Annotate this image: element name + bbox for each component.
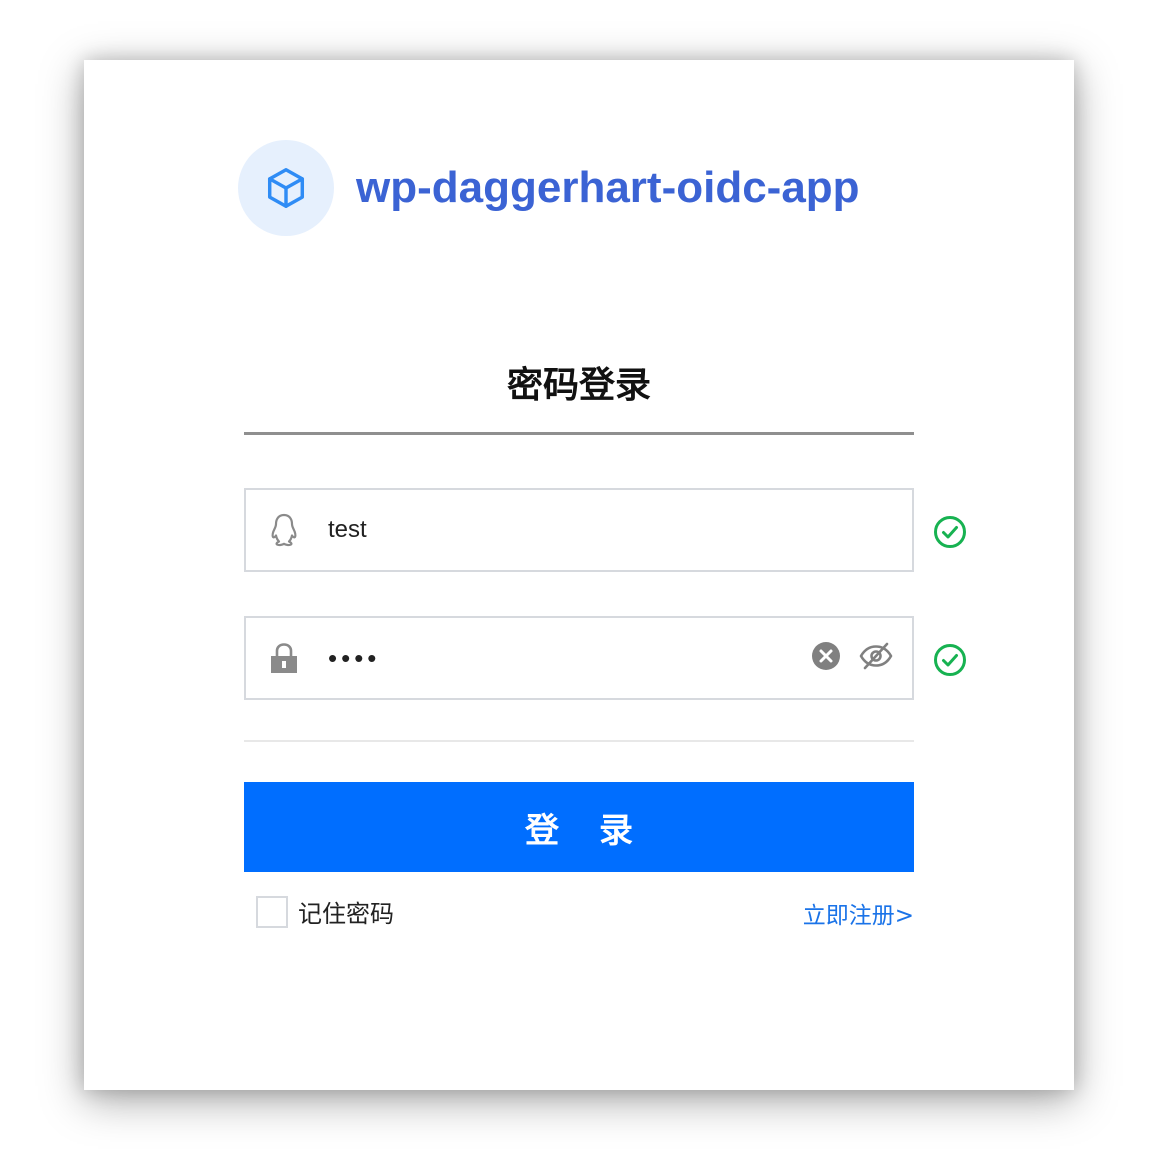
password-actions xyxy=(810,640,894,672)
tab-underline xyxy=(244,432,914,435)
username-valid-icon xyxy=(934,516,966,548)
password-input[interactable] xyxy=(328,638,748,678)
eye-off-icon[interactable] xyxy=(858,640,894,672)
password-valid-icon xyxy=(934,644,966,676)
app-name: wp-daggerhart-oidc-app xyxy=(356,163,860,212)
username-input[interactable] xyxy=(328,510,748,550)
brand-header: wp-daggerhart-oidc-app xyxy=(238,140,860,236)
password-field[interactable] xyxy=(244,616,914,700)
register-link[interactable]: 立即注册> xyxy=(803,896,914,930)
form-divider xyxy=(244,740,914,742)
username-field[interactable] xyxy=(244,488,914,572)
login-card: wp-daggerhart-oidc-app 密码登录 test •••• 登录… xyxy=(84,60,1074,1090)
lock-icon xyxy=(268,640,300,676)
remember-password[interactable]: 记住密码 xyxy=(256,894,394,929)
remember-password-label: 记住密码 xyxy=(298,900,394,928)
clear-icon[interactable] xyxy=(810,640,842,672)
qq-penguin-icon xyxy=(268,512,300,548)
cube-icon xyxy=(267,168,305,208)
remember-password-checkbox[interactable] xyxy=(256,895,288,928)
login-button[interactable]: 登录 xyxy=(244,782,914,872)
tab-password-login[interactable]: 密码登录 xyxy=(244,356,914,408)
app-logo xyxy=(238,140,334,236)
